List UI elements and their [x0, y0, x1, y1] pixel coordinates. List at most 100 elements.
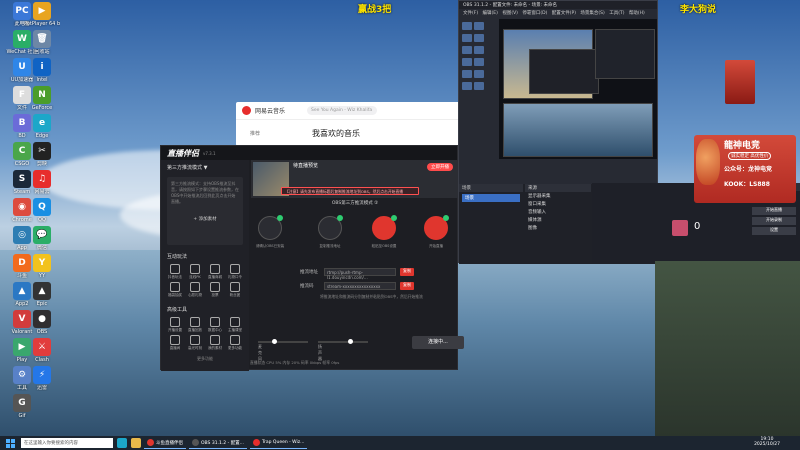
stream-key-field[interactable]: stream-xxxxxxxxxxxxxxxx	[324, 282, 396, 290]
live-titlebar: 直播伴侣 v7.3.1	[161, 146, 457, 160]
tool-item[interactable]: 更多功能	[225, 335, 245, 351]
desktop-icon[interactable]: ▶ PotPlayer 64 bit	[24, 2, 60, 27]
tool-item[interactable]: 直播商城	[205, 264, 225, 280]
desktop-icon[interactable]: 🗑 回收站	[24, 30, 60, 55]
desktop-icon[interactable]: ✂ 剪映	[24, 142, 60, 167]
desktop-icon-label: Edge	[35, 133, 49, 139]
creator-section-title: 高级工具	[167, 307, 188, 313]
desktop-icon[interactable]: 💬 微信	[24, 226, 60, 251]
copy-key-button[interactable]: 复制	[400, 282, 414, 290]
taskbar-search-input[interactable]: 在这里输入你要搜索的内容	[21, 438, 113, 448]
slider-knob[interactable]	[272, 339, 277, 344]
obs-preview-canvas[interactable]	[499, 19, 657, 159]
windows-start-icon[interactable]	[6, 438, 15, 448]
app-icon	[192, 439, 199, 446]
tool-item[interactable]: 投票	[205, 282, 225, 298]
desktop-icon[interactable]: ● OBS	[24, 310, 60, 335]
taskbar-clock[interactable]: 19:10 2025/10/27	[754, 437, 780, 447]
app-icon: ⚔	[33, 338, 51, 356]
tool-item[interactable]: 心愿礼物	[185, 282, 205, 298]
overlay-top-right-text: 李大狗说	[680, 5, 717, 15]
tool-item[interactable]: 礼物口令	[225, 264, 245, 280]
tool-item[interactable]: 直播回放	[185, 317, 205, 333]
tool-item[interactable]: 抖音玩法	[165, 264, 185, 280]
source-item[interactable]: 窗口采集	[525, 200, 591, 208]
tool-item[interactable]: 直播间	[165, 335, 185, 351]
desktop-icon[interactable]: Y YY	[24, 254, 60, 279]
tool-icon	[170, 317, 180, 327]
more-tools-link[interactable]: 更多功能	[161, 353, 249, 362]
stream-hint: 将推流地址和推流码分别复制并粘贴到OBS中，然后开始推流	[320, 294, 423, 299]
desktop-icon-label: GeForce	[31, 105, 53, 111]
live-status-bar: 直播状态 CPU 5% 内存 20% 码率 0kbps 帧率 0fps	[250, 360, 340, 365]
taskbar-app[interactable]: 斗鱼直播伴侣	[144, 437, 186, 449]
live-preview-bar: 待直播预览 立即开播 【注意】请先发布直播标题后复制推流地址到OBS，然后点击开…	[251, 160, 459, 198]
taskbar: 在这里输入你要搜索的内容 斗鱼直播伴侣 OBS 31.1.2 - 配置... Tra…	[0, 436, 800, 450]
source-item[interactable]: 图像	[525, 224, 591, 232]
step-2-icon	[318, 215, 343, 240]
tool-item[interactable]: 我的素材	[205, 335, 225, 351]
app-icon: ▶	[33, 2, 51, 20]
obs-menubar[interactable]: 文件(F) 编辑(E) 视图(V) 停靠窗口(D) 配置文件(P) 场景集合(S…	[459, 9, 657, 17]
tool-item[interactable]: 粉丝团	[225, 282, 245, 298]
settings-button[interactable]: 设置	[752, 227, 796, 235]
go-live-button[interactable]: 立即开播	[427, 163, 453, 171]
tool-label: 投票	[211, 293, 219, 297]
netease-music-window[interactable]: 网易云音乐 See You Again - Wiz Khalifa 推荐 我喜欢…	[236, 102, 460, 146]
desktop-icon[interactable]: e Edge	[24, 114, 60, 139]
mode-dropdown[interactable]: 第三方推流模式 ▼	[161, 160, 249, 175]
tool-icon	[170, 335, 180, 345]
desktop-icon[interactable]: G Gif	[4, 394, 40, 419]
app-icon: ●	[33, 310, 51, 328]
explorer-taskbar-icon[interactable]	[131, 438, 141, 448]
desktop-icon-label: 剪映	[36, 161, 47, 167]
desktop-icon[interactable]: i Intel	[24, 58, 60, 83]
edge-taskbar-icon[interactable]	[117, 438, 127, 448]
tool-item[interactable]: 福袋抽奖	[165, 282, 185, 298]
desktop-icon[interactable]: ⚔ Clash	[24, 338, 60, 363]
nested-desktop	[503, 103, 653, 157]
netease-side-item[interactable]: 推荐	[250, 130, 260, 137]
tool-item[interactable]: 连线PK	[185, 264, 205, 280]
dragon-logo-icon	[696, 139, 720, 185]
scene-item-selected[interactable]: 场景	[462, 194, 520, 202]
source-item[interactable]: 显示器采集	[525, 192, 591, 200]
stream-url-field[interactable]: rtmp://push-rtmp-l1.douyincdn.com/...	[324, 268, 396, 280]
desktop-icon[interactable]: ▲ Epic	[24, 282, 60, 307]
desktop-icon[interactable]: Q QQ	[24, 198, 60, 223]
source-item[interactable]: 音频输入	[525, 208, 591, 216]
desktop-icon[interactable]: N GeForce	[24, 86, 60, 111]
mic-slider[interactable]	[258, 339, 308, 344]
promo-mini-card	[725, 60, 755, 104]
start-live-button[interactable]: 连接中...	[412, 336, 464, 349]
tool-label: 直播商城	[208, 275, 222, 279]
tool-item[interactable]: 高光时刻	[185, 335, 205, 351]
start-recording-button[interactable]: 开始录制	[752, 217, 796, 225]
desktop-icon[interactable]: ♫ 网易云	[24, 170, 60, 195]
step-2-label: 复制推流地址	[319, 244, 341, 248]
app-icon: ⚡	[33, 366, 51, 384]
start-streaming-button[interactable]: 开始直播	[752, 207, 796, 215]
speaker-slider[interactable]	[318, 339, 368, 344]
tool-item[interactable]: 开播设置	[165, 317, 185, 333]
tool-icon	[230, 317, 240, 327]
taskbar-app[interactable]: Trap Queen - Wiz...	[249, 437, 308, 449]
tool-label: 连线PK	[189, 275, 201, 279]
check-icon	[337, 215, 343, 221]
tool-icon	[210, 282, 220, 292]
copy-url-button[interactable]: 复制	[400, 268, 414, 276]
tool-icon	[190, 317, 200, 327]
tool-label: 抖音玩法	[168, 275, 182, 279]
source-item[interactable]: 媒体源	[525, 216, 591, 224]
tool-item[interactable]: 主播课堂	[225, 317, 245, 333]
sources-panel: 来源 显示器采集 窗口采集 音频输入 媒体源 图像	[525, 184, 591, 232]
slider-knob[interactable]	[348, 339, 353, 344]
taskbar-app[interactable]: OBS 31.1.2 - 配置...	[189, 437, 247, 449]
desktop-icon-label: QQ	[38, 217, 46, 223]
add-material-button[interactable]: + 添加素材	[171, 217, 239, 223]
desktop-icon[interactable]: ⚡ 迅雷	[24, 366, 60, 391]
tool-label: 福袋抽奖	[168, 293, 182, 297]
tool-item[interactable]: 数据中心	[205, 317, 225, 333]
preview-name: 待直播预览	[293, 163, 319, 169]
netease-search-input[interactable]: See You Again - Wiz Khalifa	[307, 106, 378, 115]
